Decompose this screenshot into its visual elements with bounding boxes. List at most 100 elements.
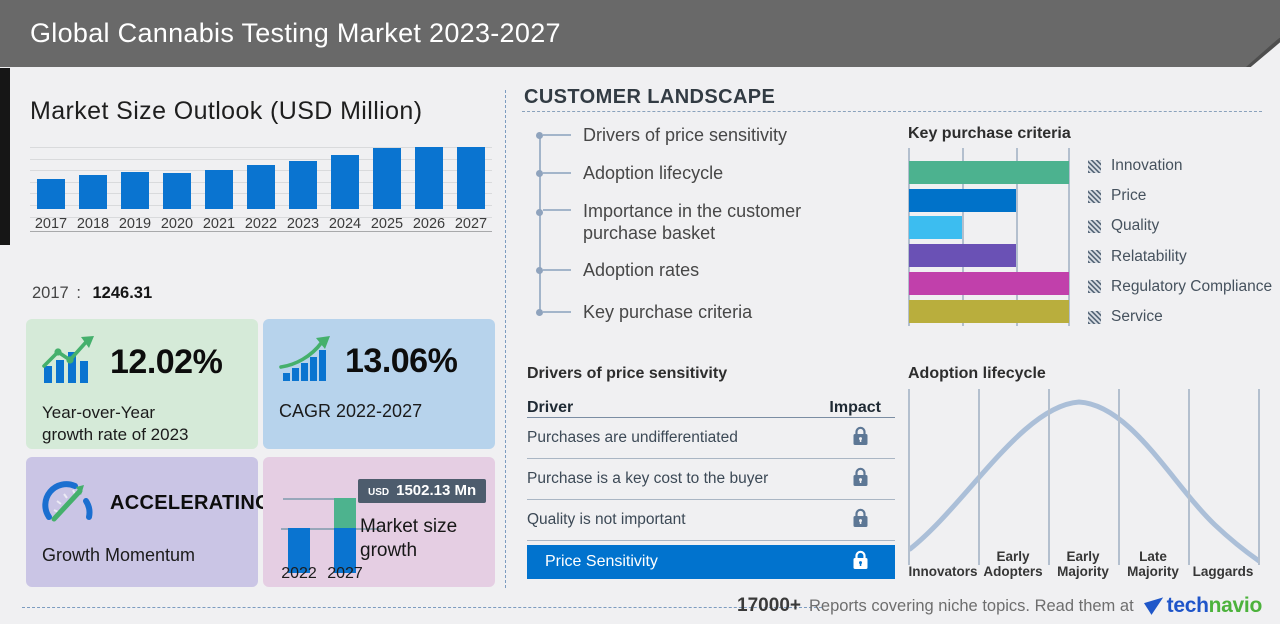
year-tick-label: 2018 [76,216,110,232]
lifecycle-gridline [908,389,910,565]
base-year-callout: 2017 : 1246.31 [32,284,152,303]
kpc-bar [909,271,1069,295]
key-purchase-criteria-legend: Innovation Price Quality Relatability Regula… [1088,151,1272,332]
legend-label: Relatability [1111,247,1187,265]
momentum-value: ACCELERATING [110,492,272,514]
lifecycle-gridline [1048,389,1050,565]
legend-swatch-icon [1088,159,1101,173]
growth-bars-trend-icon [42,335,98,390]
lifecycle-stage-label: Innovators [908,564,978,580]
base-year-value: 1246.31 [92,284,153,302]
legend-label: Service [1111,308,1163,326]
col-impact: Impact [829,399,881,416]
table-row: Purchases are undifferentiated [527,418,895,459]
cagr-card: 13.06% CAGR 2022-2027 [263,319,495,449]
adoption-lifecycle-labels: Innovators Early Adopters Early Majority Late… [908,548,1260,580]
stat-cards: 12.02% Year-over-Year growth rate of 202… [26,319,495,587]
market-size-bars: 2017 2018 2019 2020 2021 2022 2023 2024 2025 2026… [30,147,492,259]
legend-item: Innovation [1088,151,1272,181]
adoption-lifecycle-chart [908,389,1260,565]
year-tick-label: 2020 [160,216,194,232]
kpc-bar [909,188,1016,212]
list-bullet-dot [536,308,543,316]
list-item-label: Adoption lifecycle [583,163,724,183]
kpc-bar [909,161,1069,184]
chart-column: 2018 [72,147,114,232]
market-size-title: Market Size Outlook (USD Million) [30,97,423,125]
chart-column: 2019 [114,147,156,232]
legend-label: Innovation [1111,157,1183,175]
price-sensitivity-highlight-row: Price Sensitivity [527,545,895,579]
footer-dashed-divider [22,607,822,608]
chart-column: 2022 [240,147,282,232]
list-connector-line [543,311,571,313]
lifecycle-gridline [1188,389,1190,565]
growth-momentum-card: ACCELERATING Growth Momentum [26,457,271,587]
key-purchase-criteria-chart [908,148,1070,326]
year-tick-label: 2026 [412,216,446,232]
lock-icon [852,426,869,451]
list-item-label: Drivers of price sensitivity [583,125,788,145]
list-item: Importance in the customer purchase bask… [536,200,843,245]
market-size-bar [289,161,317,209]
market-size-bar [121,172,149,209]
mini-chart-year: 2022 [281,565,317,582]
list-connector-line [543,172,571,174]
year-tick-label: 2024 [328,216,362,232]
drivers-table-header: Driver Impact [527,392,895,418]
base-year-separator: : [76,284,81,302]
customer-landscape-underline [522,111,1262,112]
year-tick-label: 2019 [118,216,152,232]
base-year-label: 2017 [32,284,69,302]
drivers-title: Drivers of price sensitivity [527,365,728,382]
market-size-bar [163,173,191,209]
bar-2027-growth-segment [334,498,356,528]
year-tick-label: 2023 [286,216,320,232]
legend-swatch-icon [1088,310,1101,324]
brand-tech: tech [1166,594,1209,617]
kpc-bar [909,244,1016,268]
highlight-row-label: Price Sensitivity [545,553,658,570]
legend-item: Price [1088,181,1272,211]
chart-column: 2020 [156,147,198,232]
brand-navio: navio [1208,594,1263,617]
table-row: Quality is not important [527,500,895,541]
technavio-logo[interactable]: tech navio [1143,594,1263,618]
lifecycle-gridline [978,389,980,565]
drivers-table: Driver Impact Purchases are undifferenti… [527,392,895,579]
table-row: Purchase is a key cost to the buyer [527,459,895,500]
list-connector-line [543,269,571,271]
badge-value: 1502.13 Mn [396,482,477,499]
list-connector-line [543,134,571,136]
lifecycle-stage-label: Early Majority [1057,548,1109,580]
header-bar: Global Cannabis Testing Market 2023-2027 [0,0,1280,67]
yoy-growth-value: 12.02% [110,343,223,381]
list-connector-line [543,209,571,211]
list-item-label: Importance in the customer purchase bask… [583,201,802,244]
infographic-canvas: Global Cannabis Testing Market 2023-2027… [0,0,1280,624]
key-purchase-criteria-title: Key purchase criteria [908,125,1071,142]
legend-swatch-icon [1088,219,1101,233]
legend-swatch-icon [1088,250,1101,264]
list-item-label: Adoption rates [583,260,700,280]
bell-curve [908,399,1260,564]
adoption-lifecycle-title: Adoption lifecycle [908,365,1046,382]
market-size-bar [373,148,401,209]
footer: 17000+ Reports covering niche topics. Re… [737,594,1262,618]
yoy-growth-label: Year-over-Year growth rate of 2023 [42,403,189,445]
driver-cell: Purchases are undifferentiated [527,429,738,446]
driver-cell: Purchase is a key cost to the buyer [527,470,769,487]
legend-swatch-icon [1088,280,1101,294]
col-driver: Driver [527,399,574,416]
cagr-label: CAGR 2022-2027 [279,401,423,421]
legend-item: Service [1088,302,1272,332]
list-item: Adoption rates [536,259,843,281]
legend-item: Quality [1088,211,1272,241]
footer-text: Reports covering niche topics. Read them… [808,596,1134,615]
lifecycle-stage-label: Laggards [1192,564,1254,580]
list-bullet-dot [536,131,543,139]
lock-icon [852,550,869,575]
list-item: Key purchase criteria [536,301,843,323]
list-bullet-dot [536,209,543,216]
report-count: 17000+ [737,595,801,616]
